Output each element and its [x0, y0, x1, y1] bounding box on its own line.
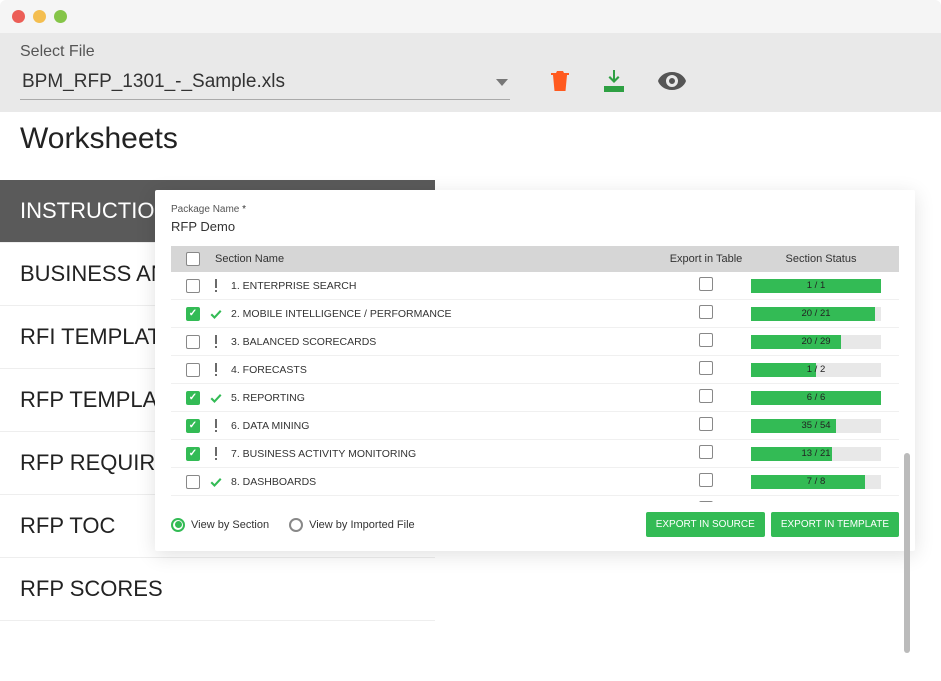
view-by-section-radio[interactable]: View by Section: [171, 518, 269, 532]
select-file-label: Select File: [20, 43, 921, 61]
warning-icon: [207, 447, 225, 461]
section-name: 1. ENTERPRISE SEARCH: [225, 280, 661, 292]
row-checkbox[interactable]: [186, 363, 200, 377]
export-checkbox[interactable]: [699, 473, 713, 487]
window-close-button[interactable]: [12, 10, 25, 23]
export-checkbox[interactable]: [699, 417, 713, 431]
worksheets-title: Worksheets: [0, 112, 435, 180]
select-all-checkbox[interactable]: [186, 252, 200, 266]
header-status: Section Status: [751, 253, 891, 265]
export-panel: Package Name * RFP Demo Section Name Exp…: [155, 190, 915, 551]
section-name: 2. MOBILE INTELLIGENCE / PERFORMANCE: [225, 308, 661, 320]
window-maximize-button[interactable]: [54, 10, 67, 23]
section-name: 8. DASHBOARDS: [225, 476, 661, 488]
table-row: 3. BALANCED SCORECARDS 20 / 29: [171, 328, 899, 356]
file-select-dropdown[interactable]: BPM_RFP_1301_-_Sample.xls: [20, 67, 510, 100]
table-row: 1. ENTERPRISE SEARCH 1 / 1: [171, 272, 899, 300]
status-bar: 6 / 6: [751, 391, 881, 405]
export-checkbox[interactable]: [699, 277, 713, 291]
section-name: 3. BALANCED SCORECARDS: [225, 336, 661, 348]
view-mode-group: View by Section View by Imported File: [171, 518, 415, 532]
warning-icon: [207, 279, 225, 293]
row-checkbox[interactable]: [186, 475, 200, 489]
view-by-file-radio[interactable]: View by Imported File: [289, 518, 415, 532]
table-body: 1. ENTERPRISE SEARCH 1 / 1 2. MOBILE INTEL…: [171, 272, 899, 502]
section-name: 4. FORECASTS: [225, 364, 661, 376]
export-in-source-button[interactable]: EXPORT IN SOURCE: [646, 512, 765, 537]
section-name: 6. DATA MINING: [225, 420, 661, 432]
sidebar-item-rfp-scores[interactable]: RFP SCORES: [0, 558, 435, 621]
package-name-label: Package Name *: [171, 204, 899, 215]
export-checkbox[interactable]: [699, 361, 713, 375]
table-row: 2. MOBILE INTELLIGENCE / PERFORMANCE 20 /…: [171, 300, 899, 328]
table-row: 5. REPORTING 6 / 6: [171, 384, 899, 412]
row-checkbox[interactable]: [186, 307, 200, 321]
row-checkbox[interactable]: [186, 279, 200, 293]
package-name-value: RFP Demo: [171, 219, 899, 234]
radio-icon: [289, 518, 303, 532]
export-in-template-button[interactable]: EXPORT IN TEMPLATE: [771, 512, 899, 537]
status-bar: 7 / 8: [751, 475, 881, 489]
header-export: Export in Table: [661, 253, 751, 265]
warning-icon: [207, 419, 225, 433]
header-section-name: Section Name: [207, 253, 661, 265]
export-checkbox[interactable]: [699, 333, 713, 347]
row-checkbox[interactable]: [186, 419, 200, 433]
status-bar: 13 / 21: [751, 447, 881, 461]
table-header: Section Name Export in Table Section Sta…: [171, 246, 899, 272]
delete-icon[interactable]: [550, 69, 570, 98]
row-checkbox[interactable]: [186, 447, 200, 461]
export-checkbox[interactable]: [699, 445, 713, 459]
window-controls: [0, 0, 941, 33]
table-row: 7. BUSINESS ACTIVITY MONITORING 13 / 21: [171, 440, 899, 468]
section-name: 5. REPORTING: [225, 392, 661, 404]
check-icon: [207, 392, 225, 404]
status-bar: 20 / 21: [751, 307, 881, 321]
radio-icon: [171, 518, 185, 532]
table-row: 4. FORECASTS 1 / 2: [171, 356, 899, 384]
row-checkbox[interactable]: [186, 391, 200, 405]
table-row: 6. DATA MINING 35 / 54: [171, 412, 899, 440]
warning-icon: [207, 363, 225, 377]
section-name: 7. BUSINESS ACTIVITY MONITORING: [225, 448, 661, 460]
export-checkbox[interactable]: [699, 305, 713, 319]
check-icon: [207, 476, 225, 488]
toolbar: Select File BPM_RFP_1301_-_Sample.xls: [0, 33, 941, 112]
export-checkbox[interactable]: [699, 389, 713, 403]
status-bar: 1 / 1: [751, 279, 881, 293]
selected-file-name: BPM_RFP_1301_-_Sample.xls: [22, 71, 285, 93]
status-bar: 20 / 29: [751, 335, 881, 349]
preview-icon[interactable]: [658, 72, 686, 95]
status-bar: 35 / 54: [751, 419, 881, 433]
row-checkbox[interactable]: [186, 335, 200, 349]
warning-icon: [207, 335, 225, 349]
download-icon[interactable]: [602, 70, 626, 97]
window-minimize-button[interactable]: [33, 10, 46, 23]
scrollbar[interactable]: [904, 453, 910, 681]
table-row: 8. DASHBOARDS 7 / 8: [171, 468, 899, 496]
check-icon: [207, 308, 225, 320]
chevron-down-icon: [496, 79, 508, 86]
export-checkbox[interactable]: [699, 501, 713, 502]
status-bar: 1 / 2: [751, 363, 881, 377]
